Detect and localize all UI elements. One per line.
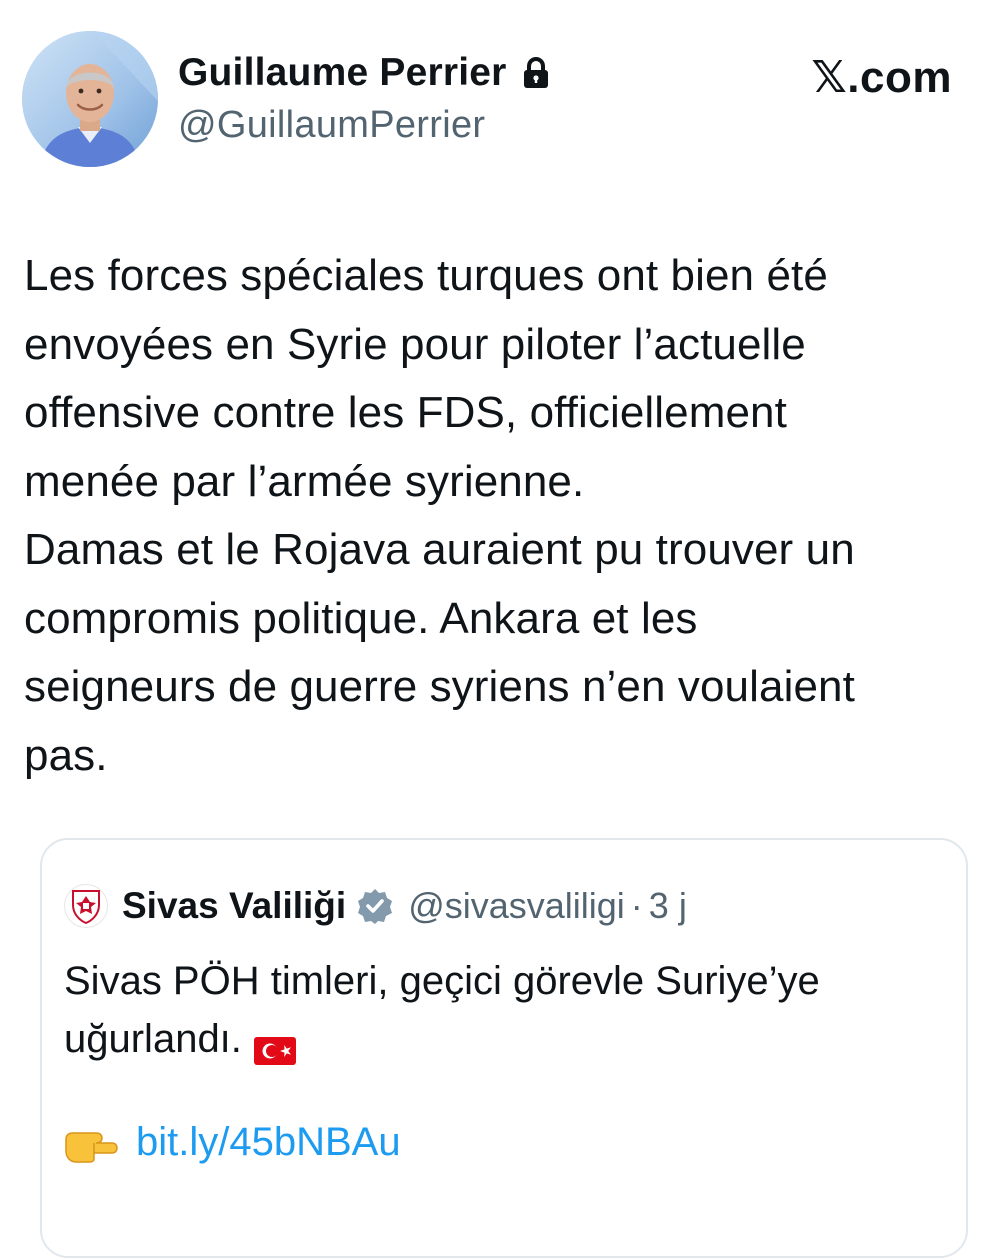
verified-badge-icon	[356, 887, 394, 925]
quoted-post-header: Sivas Valiliği @sivasvaliligi · 3 j	[64, 884, 687, 928]
quoted-author-avatar[interactable]	[64, 884, 108, 928]
quoted-post-link-row: bit.ly/45bNBAu	[64, 1120, 401, 1165]
meta-separator: ·	[630, 885, 643, 926]
quoted-post-text: Sivas PÖH timleri, geçici görevle Suriye…	[64, 959, 820, 1061]
author-handle[interactable]: @GuillaumPerrier	[178, 104, 551, 147]
author-name[interactable]: Guillaume Perrier	[178, 51, 507, 95]
post-text: Les forces spéciales turques ont bien ét…	[24, 251, 855, 780]
quoted-author-handle[interactable]: @sivasvaliligi	[408, 885, 625, 927]
quoted-author-name[interactable]: Sivas Valiliği	[122, 885, 346, 927]
quoted-post-time[interactable]: 3 j	[649, 885, 687, 927]
quoted-post-text-block: Sivas PÖH timleri, geçici görevle Suriye…	[64, 952, 944, 1068]
post-header: Guillaume Perrier @GuillaumPerrier 𝕏.com	[22, 28, 972, 168]
quoted-post-card[interactable]: Sivas Valiliği @sivasvaliligi · 3 j Siva…	[40, 838, 968, 1258]
lock-icon	[521, 56, 551, 90]
x-logo-brand: 𝕏.com	[811, 53, 952, 102]
pointing-hand-icon	[64, 1123, 118, 1163]
author-info: Guillaume Perrier @GuillaumPerrier	[178, 48, 551, 147]
author-avatar[interactable]	[22, 31, 158, 167]
author-name-row: Guillaume Perrier	[178, 48, 551, 98]
quoted-post-link[interactable]: bit.ly/45bNBAu	[136, 1120, 401, 1165]
turkish-flag-icon	[253, 1023, 296, 1066]
